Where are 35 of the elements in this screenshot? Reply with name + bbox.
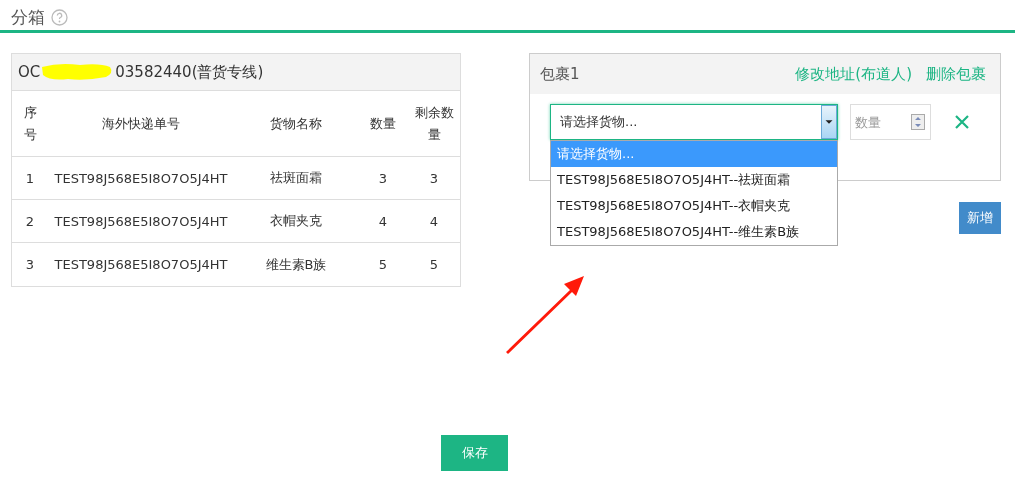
goods-select[interactable]: 请选择货物... <box>550 104 838 140</box>
table-cell: 3 <box>408 157 460 200</box>
table-cell: 衣帽夹克 <box>234 200 358 243</box>
package-link[interactable]: 修改地址(布道人) <box>795 64 912 84</box>
caret-icon <box>821 105 837 139</box>
order-id: OC <box>18 63 41 81</box>
save-button[interactable]: 保存 <box>441 435 508 471</box>
table-cell: 祛斑面霜 <box>234 157 358 200</box>
help-icon[interactable] <box>51 8 68 26</box>
package-link[interactable]: 删除包裹 <box>926 64 986 84</box>
table-cell-text: 维生素B族 <box>264 255 328 274</box>
table-cell: 2 <box>12 200 48 243</box>
table-cell-text: 5 <box>428 256 440 274</box>
spinner-icon[interactable] <box>911 114 925 130</box>
table-cell: 4 <box>358 200 408 243</box>
table-cell: TEST98J568E5I8O7O5J4HT <box>48 200 234 243</box>
column-header: 数量 <box>358 91 408 157</box>
table-cell-text: 5 <box>377 256 389 274</box>
page-title: 分箱 <box>11 5 45 29</box>
close-icon[interactable] <box>955 115 969 129</box>
table-cell-text: 3 <box>24 256 36 274</box>
order-id: 03582440(普货专线) <box>115 62 264 82</box>
column-header: 货物名称 <box>234 91 358 157</box>
column-header: 序号 <box>12 91 48 157</box>
column-header: 海外快递单号 <box>48 91 234 157</box>
table-cell: 1 <box>12 157 48 200</box>
table-cell: 4 <box>408 200 460 243</box>
column-header: 剩余数量 <box>408 91 460 157</box>
table-cell: TEST98J568E5I8O7O5J4HT <box>48 157 234 200</box>
add-button[interactable]: 新增 <box>959 202 1001 234</box>
package-title: 包裹1 <box>540 64 580 84</box>
dropdown-option[interactable]: 请选择货物... <box>551 141 837 167</box>
table-cell: 3 <box>358 157 408 200</box>
quantity-field[interactable]: 数量 <box>850 104 931 140</box>
table-cell-text: TEST98J568E5I8O7O5J4HT <box>53 256 229 274</box>
